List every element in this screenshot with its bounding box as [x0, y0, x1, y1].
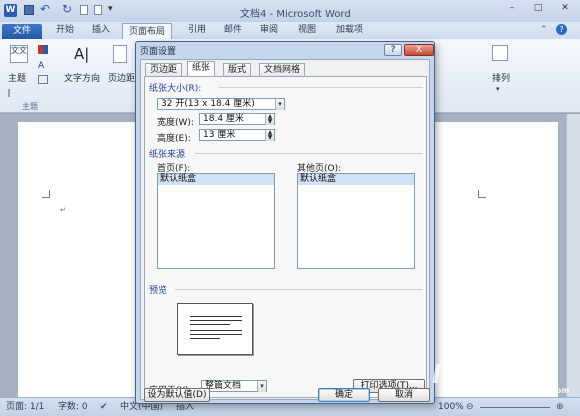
title-bar: W ↶ ↻ ▾ 文档4 - Microsoft Word – □ ✕ — [0, 0, 580, 22]
window-title: 文档4 - Microsoft Word — [240, 9, 351, 20]
proofing-icon[interactable]: ✔ — [100, 398, 108, 416]
height-spinner-icon[interactable]: ▲ ▼ — [265, 130, 274, 141]
set-default-button[interactable]: 设为默认值(D) — [144, 388, 210, 402]
tab-margins[interactable]: 页边距 — [145, 63, 183, 76]
minimize-icon[interactable]: – — [500, 3, 524, 17]
width-label: 宽度(W): — [157, 118, 194, 128]
zoom-slider[interactable] — [480, 407, 550, 408]
theme-colors-icon[interactable] — [38, 45, 48, 54]
width-input[interactable]: 18.4 厘米 ▲ ▼ — [199, 113, 275, 125]
themes-group-label: 主题 — [22, 102, 38, 111]
paper-size-value: 32 开(13 x 18.4 厘米) — [161, 99, 255, 109]
arrange-dropdown-icon[interactable]: ▾ — [496, 85, 500, 93]
text-direction-button[interactable]: 文字方向 — [64, 71, 100, 84]
margin-corner-marker — [42, 190, 50, 198]
watermark-domain: .com — [548, 386, 570, 395]
file-tab[interactable]: 文件 — [2, 24, 42, 39]
margins-icon[interactable] — [113, 45, 127, 63]
page-setup-dialog: 页面设置 ? X 页边距 纸张 版式 文档网格 纸张大小(R): 32 开(13… — [135, 41, 435, 404]
undo-icon[interactable]: ↶ — [40, 2, 50, 16]
cancel-button[interactable]: 取消 — [378, 388, 430, 402]
tab-addins[interactable]: 加载项 — [330, 22, 369, 39]
dialog-title: 页面设置 — [140, 47, 177, 57]
height-input[interactable]: 13 厘米 ▲ ▼ — [199, 129, 275, 141]
open-icon[interactable] — [94, 5, 102, 15]
margins-button[interactable]: 页边距 — [108, 71, 135, 84]
first-page-item[interactable]: 默认纸盒 — [158, 174, 274, 185]
word-app-icon[interactable]: W — [4, 4, 17, 17]
arrange-icon[interactable] — [492, 45, 508, 61]
width-spinner-icon[interactable]: ▲ ▼ — [265, 114, 274, 125]
other-pages-list[interactable]: 默认纸盒 — [297, 173, 415, 269]
tab-layout[interactable]: 版式 — [223, 63, 252, 76]
preview-label: 预览 — [149, 286, 168, 296]
page-count[interactable]: 页面: 1/1 — [6, 398, 44, 416]
word-count[interactable]: 字数: 0 — [58, 398, 88, 416]
text-direction-icon[interactable]: A| — [74, 45, 89, 63]
preview-line — [190, 334, 242, 335]
paper-tab-panel: 纸张大小(R): 32 开(13 x 18.4 厘米) ▾ 宽度(W): 18.… — [144, 76, 427, 398]
paper-size-label: 纸张大小(R): — [149, 84, 202, 94]
close-window-icon[interactable]: ✕ — [552, 3, 578, 17]
preview-line — [190, 338, 220, 339]
dialog-help-button[interactable]: ? — [384, 44, 402, 56]
tab-document-grid[interactable]: 文档网格 — [259, 63, 306, 76]
ok-button[interactable]: 确定 — [318, 388, 370, 402]
chevron-down-icon[interactable]: ▾ — [257, 381, 266, 392]
it168-watermark-logo: IT168 — [432, 360, 519, 390]
arrange-button[interactable]: 排列 — [492, 71, 510, 84]
divider — [195, 153, 423, 154]
apply-to-value: 整篇文档 — [205, 381, 242, 391]
preview-line — [190, 330, 242, 331]
paper-source-label: 纸张来源 — [149, 150, 186, 160]
orientation-icon[interactable] — [8, 89, 10, 97]
ribbon-tabs: 文件 开始 插入 页面布局 引用 邮件 审阅 视图 加载项 ⌃ ? — [0, 22, 580, 39]
tab-references[interactable]: 引用 — [182, 22, 212, 39]
preview-page — [177, 303, 253, 355]
apply-to-select[interactable]: 整篇文档 ▾ — [201, 380, 267, 392]
dialog-close-button[interactable]: X — [404, 44, 434, 56]
tab-mailings[interactable]: 邮件 — [218, 22, 248, 39]
theme-effects-icon[interactable] — [38, 75, 48, 84]
chevron-down-icon[interactable]: ▾ — [275, 99, 284, 110]
height-label: 高度(E): — [157, 134, 191, 144]
themes-icon[interactable]: 文文 — [10, 45, 28, 63]
save-icon[interactable] — [24, 5, 34, 15]
maximize-icon[interactable]: □ — [526, 3, 550, 17]
paragraph-mark: ↵ — [60, 206, 66, 214]
zoom-in-icon[interactable]: ⊕ — [556, 398, 564, 416]
preview-line — [190, 320, 242, 321]
width-value: 18.4 厘米 — [203, 114, 244, 124]
tab-insert[interactable]: 插入 — [86, 22, 116, 39]
themes-button[interactable]: 主题 — [8, 71, 26, 84]
first-page-list[interactable]: 默认纸盒 — [157, 173, 275, 269]
ribbon-minimize-icon[interactable]: ⌃ — [540, 25, 548, 35]
paper-size-select[interactable]: 32 开(13 x 18.4 厘米) ▾ — [157, 98, 285, 110]
new-document-icon[interactable] — [80, 5, 88, 15]
other-pages-item[interactable]: 默认纸盒 — [298, 174, 414, 185]
divider — [175, 289, 423, 290]
zoom-level[interactable]: 100% — [438, 398, 464, 416]
redo-icon[interactable]: ↻ — [62, 2, 72, 16]
tab-paper[interactable]: 纸张 — [187, 61, 216, 76]
preview-line — [190, 324, 230, 325]
margin-corner-marker — [478, 190, 486, 198]
dialog-body: 页边距 纸张 版式 文档网格 纸张大小(R): 32 开(13 x 18.4 厘… — [140, 59, 430, 400]
tab-view[interactable]: 视图 — [292, 22, 322, 39]
help-icon[interactable]: ? — [556, 24, 567, 35]
vertical-scrollbar[interactable] — [566, 114, 580, 397]
tab-page-layout[interactable]: 页面布局 — [122, 23, 173, 39]
zoom-out-icon[interactable]: ⊖ — [466, 398, 474, 416]
height-value: 13 厘米 — [203, 130, 236, 140]
divider — [219, 87, 423, 88]
tab-review[interactable]: 审阅 — [254, 22, 284, 39]
theme-fonts-icon[interactable]: A — [38, 61, 44, 71]
customize-toolbar-icon[interactable]: ▾ — [108, 4, 113, 14]
tab-home[interactable]: 开始 — [50, 22, 80, 39]
preview-line — [190, 316, 242, 317]
